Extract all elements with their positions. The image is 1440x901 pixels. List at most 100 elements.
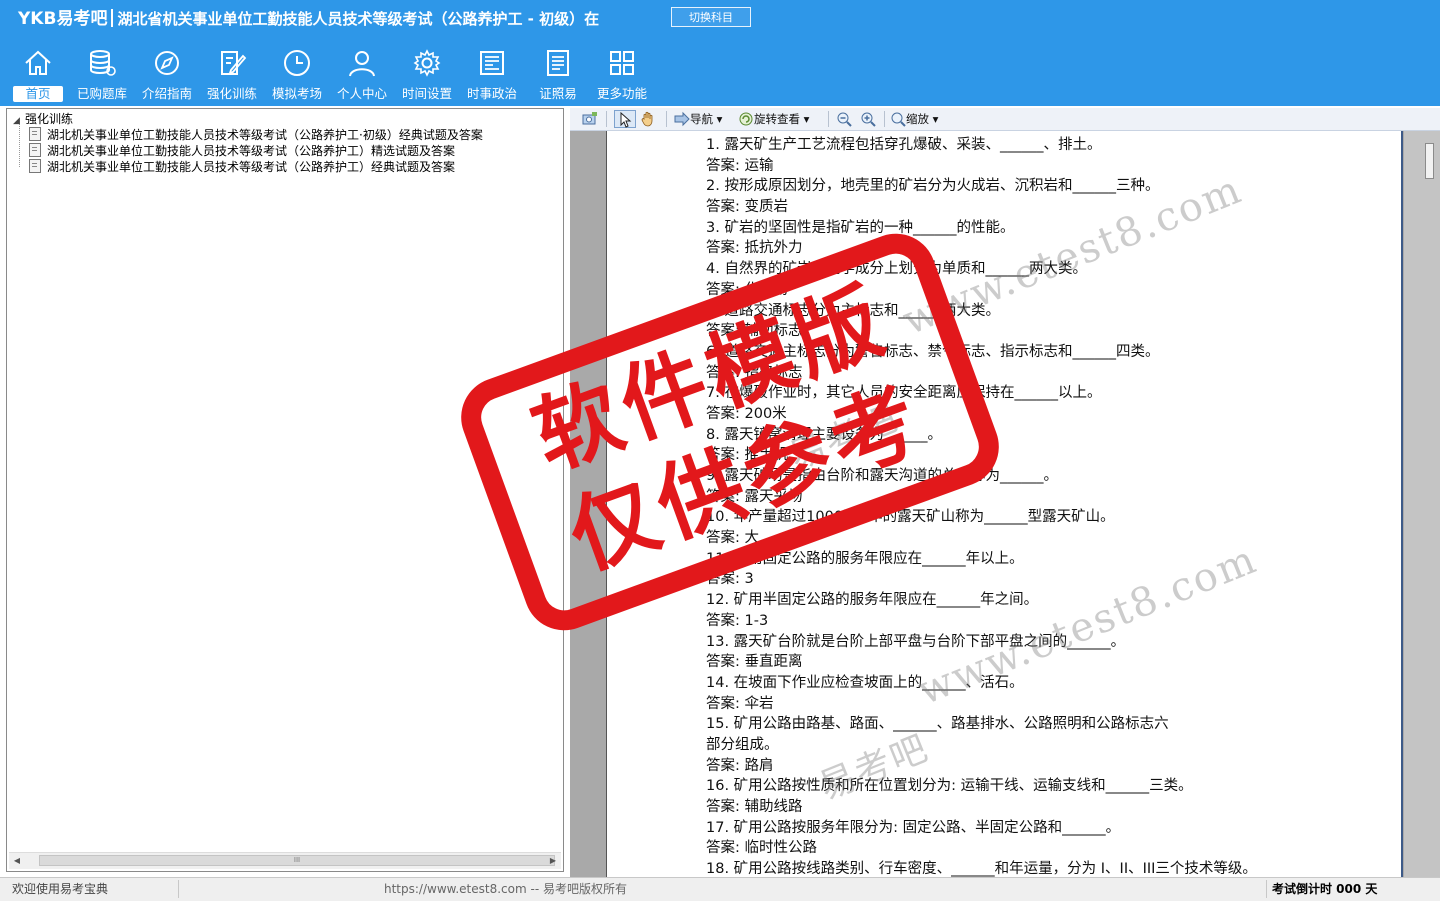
nav-mock-exam[interactable]: 模拟考场 — [266, 44, 328, 104]
nav-mock-exam-label: 模拟考场 — [271, 86, 322, 101]
zoom-out-button[interactable] — [836, 110, 852, 128]
rotate-view-dropdown[interactable]: 旋转查看 ▾ — [738, 110, 809, 128]
status-divider — [178, 880, 179, 898]
clock-icon — [284, 50, 310, 76]
app-header: YKB易考吧 湖北省机关事业单位工勤技能人员技术等级考试（公路养护工 - 初级）在… — [0, 0, 1440, 106]
question-line: 15. 矿用公路由路基、路面、______、路基排水、公路照明和公路标志六 — [706, 716, 1169, 733]
horizontal-scrollbar[interactable]: ◀ III ▶ — [9, 852, 561, 869]
exam-title: 湖北省机关事业单位工勤技能人员技术等级考试（公路养护工 - 初级）在 — [117, 10, 600, 28]
scroll-right-icon[interactable]: ▶ — [545, 853, 561, 869]
exam-countdown: 考试倒计时 000 天 — [1272, 882, 1378, 896]
answer-line: 答案: 临时性公路 — [706, 840, 817, 857]
tree-item[interactable]: 湖北机关事业单位工勤技能人员技术等级考试（公路养护工·初级）经典试题及答案 — [29, 127, 483, 143]
status-divider — [1266, 880, 1267, 898]
scrollbar-thumb[interactable]: III — [39, 855, 555, 866]
navigation-dropdown[interactable]: 导航 ▾ — [674, 110, 722, 128]
zoom-in-button[interactable] — [860, 110, 876, 128]
tree-root-label: 强化训练 — [25, 112, 74, 126]
tree-panel: ◢ 强化训练 湖北机关事业单位工勤技能人员技术等级考试（公路养护工·初级）经典试题… — [6, 108, 564, 872]
question-line: 部分组成。 — [706, 736, 779, 753]
document-icon — [29, 143, 41, 157]
status-bar: 欢迎使用易考宝典 https://www.etest8.com -- 易考吧版权… — [0, 877, 1440, 901]
answer-line: 答案: 3 — [706, 571, 754, 588]
zoom-in-icon — [861, 112, 876, 127]
nav-more-functions[interactable]: 更多功能 — [591, 44, 653, 104]
tree-item[interactable]: 湖北机关事业单位工勤技能人员技术等级考试（公路养护工）经典试题及答案 — [29, 159, 455, 175]
question-line: 14. 在坡面下作业应检查坡面上的______、活石。 — [706, 674, 1024, 691]
zoom-label: 缩放 — [906, 112, 929, 126]
tree-item-label: 湖北机关事业单位工勤技能人员技术等级考试（公路养护工）精选试题及答案 — [47, 144, 456, 158]
copyright-text: https://www.etest8.com -- 易考吧版权所有 — [384, 882, 627, 896]
switch-subject-button[interactable]: 切换科目 — [671, 7, 751, 27]
rotate-view-label: 旋转查看 — [754, 112, 800, 126]
question-line: 1. 露天矿生产工艺流程包括穿孔爆破、采装、______、排土。 — [706, 137, 1102, 153]
navigation-label: 导航 — [690, 112, 713, 126]
nav-time-settings-label: 时间设置 — [401, 86, 452, 101]
gear-icon — [413, 49, 441, 77]
save-snapshot-button[interactable] — [582, 110, 598, 128]
nav-personal-center[interactable]: 个人中心 — [331, 44, 393, 104]
home-icon — [25, 50, 51, 75]
toolbar-separator — [884, 111, 885, 127]
news-icon — [480, 51, 504, 75]
collapse-triangle-icon[interactable]: ◢ — [13, 113, 25, 129]
grid-icon — [610, 51, 634, 75]
tree-root-node[interactable]: ◢ 强化训练 — [13, 111, 73, 127]
question-line: 11. 矿用固定公路的服务年限应在______年以上。 — [706, 550, 1024, 567]
nav-certificate-label: 证照易 — [539, 86, 577, 101]
vertical-scrollbar[interactable] — [1404, 131, 1440, 877]
welcome-text: 欢迎使用易考宝典 — [12, 882, 109, 896]
answer-line: 答案: 变质岩 — [706, 199, 788, 216]
nav-purchased-bank-label: 已购题库 — [76, 86, 127, 101]
answer-line: 答案: 路肩 — [706, 757, 774, 774]
title-separator — [111, 9, 114, 27]
snapshot-icon — [582, 112, 597, 125]
nav-more-functions-label: 更多功能 — [596, 86, 647, 101]
select-tool-button[interactable] — [614, 110, 636, 128]
scroll-left-icon[interactable]: ◀ — [9, 853, 25, 869]
question-line: 16. 矿用公路按性质和所在位置划分为: 运输干线、运输支线和______三类。 — [706, 778, 1193, 795]
document-icon — [29, 159, 41, 173]
nav-certificate[interactable]: 证照易 — [527, 44, 589, 104]
answer-line: 答案: 辅助线路 — [706, 799, 803, 815]
answer-line: 答案: 伞岩 — [706, 695, 774, 712]
nav-purchased-bank[interactable]: 已购题库 — [71, 44, 133, 104]
nav-intensive-training[interactable]: 强化训练 — [201, 44, 263, 104]
certificate-icon — [547, 50, 569, 76]
question-line: 17. 矿用公路按服务年限分为: 固定公路、半固定公路和______。 — [706, 819, 1121, 836]
brand-logo: YKB易考吧 — [18, 9, 108, 29]
nav-time-settings[interactable]: 时间设置 — [396, 44, 458, 104]
tree-connector — [19, 123, 21, 167]
tree-item[interactable]: 湖北机关事业单位工勤技能人员技术等级考试（公路养护工）精选试题及答案 — [29, 143, 455, 159]
nav-guide-label: 介绍指南 — [141, 86, 192, 101]
vertical-scrollbar-thumb[interactable] — [1425, 143, 1434, 179]
compass-icon — [155, 51, 179, 75]
cursor-arrow-icon — [620, 112, 632, 128]
nav-personal-center-label: 个人中心 — [336, 86, 387, 101]
zoom-out-icon — [837, 112, 852, 127]
document-icon — [29, 127, 41, 141]
nav-current-affairs[interactable]: 时事政治 — [461, 44, 523, 104]
user-icon — [349, 51, 375, 77]
nav-home[interactable]: 首页 — [7, 44, 69, 104]
tree-item-label: 湖北机关事业单位工勤技能人员技术等级考试（公路养护工·初级）经典试题及答案 — [47, 128, 483, 142]
toolbar-separator — [828, 111, 829, 127]
navigation-icon — [674, 111, 690, 127]
toolbar-separator — [606, 111, 607, 127]
viewer-toolbar: 导航 ▾ 旋转查看 ▾ 缩放 ▾ — [570, 108, 1440, 131]
answer-line: 答案: 运输 — [706, 157, 774, 174]
edit-icon — [221, 51, 247, 75]
zoom-dropdown[interactable]: 缩放 ▾ — [890, 110, 938, 128]
rotate-icon — [739, 112, 753, 126]
question-line: 3. 矿岩的坚固性是指矿岩的一种______的性能。 — [706, 219, 1015, 236]
nav-current-affairs-label: 时事政治 — [466, 86, 517, 101]
hand-tool-button[interactable] — [640, 110, 656, 128]
nav-home-label: 首页 — [13, 86, 63, 102]
toolbar-separator — [666, 111, 667, 127]
magnifier-icon — [891, 112, 906, 127]
tree-item-label: 湖北机关事业单位工勤技能人员技术等级考试（公路养护工）经典试题及答案 — [47, 160, 456, 174]
nav-intensive-training-label: 强化训练 — [206, 86, 257, 101]
nav-guide[interactable]: 介绍指南 — [136, 44, 198, 104]
question-line: 18. 矿用公路按线路类别、行车密度、______和年运量，分为 I、II、II… — [706, 861, 1257, 877]
question-line: 12. 矿用半固定公路的服务年限应在______年之间。 — [706, 592, 1039, 609]
